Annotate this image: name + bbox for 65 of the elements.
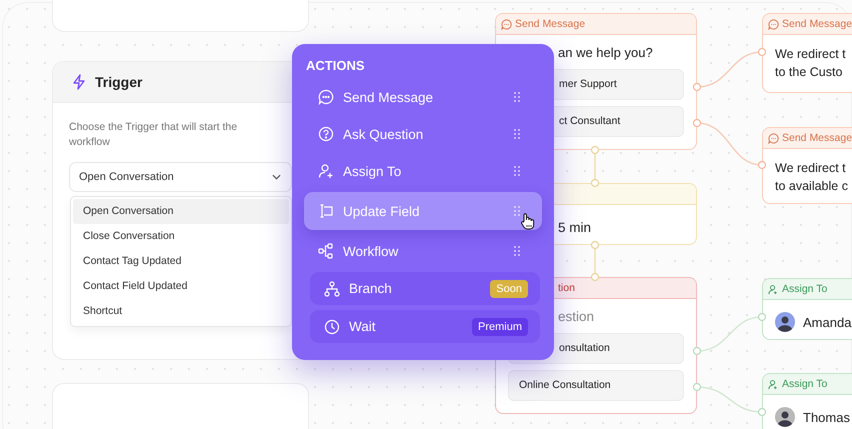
- hand-cursor-icon: [520, 212, 536, 230]
- question-text: an we help you?: [558, 45, 653, 60]
- drag-handle-icon[interactable]: [514, 92, 520, 102]
- connector-port[interactable]: [692, 346, 702, 356]
- trigger-select[interactable]: Open Conversation: [69, 162, 292, 192]
- lightning-icon: [71, 74, 87, 90]
- connector-port[interactable]: [692, 382, 702, 392]
- action-icon: [318, 203, 334, 219]
- node-text: We redirect t: [775, 160, 846, 177]
- action-item[interactable]: Branch Soon: [310, 272, 540, 305]
- node-text: to the Custo: [775, 64, 842, 81]
- action-icon: [324, 318, 340, 334]
- action-item[interactable]: Assign To: [304, 155, 542, 187]
- assignee-name: Thomas: [803, 410, 850, 424]
- connector-port[interactable]: [590, 146, 600, 154]
- node-title: Assign To: [782, 378, 828, 390]
- connector-port[interactable]: [758, 408, 766, 416]
- status-badge: Soon: [490, 280, 528, 298]
- dropdown-option[interactable]: Contact Tag Updated: [73, 249, 289, 274]
- chat-bubble-icon: [768, 18, 779, 30]
- panel-title: ACTIONS: [306, 58, 366, 73]
- connector-port[interactable]: [758, 160, 766, 170]
- card-title: Trigger: [95, 74, 142, 90]
- action-item[interactable]: Wait Premium: [310, 310, 540, 343]
- node-text: 5 min: [558, 219, 592, 237]
- drag-handle-icon[interactable]: [514, 206, 520, 216]
- dropdown-option[interactable]: Close Conversation: [73, 224, 289, 249]
- question-text: estion: [558, 309, 594, 324]
- action-icon: [318, 89, 334, 105]
- avatar: [775, 407, 795, 427]
- node-title: Send Message: [515, 18, 586, 30]
- action-icon: [318, 243, 334, 259]
- drag-handle-icon[interactable]: [514, 166, 520, 176]
- answer-option: Online Consultation: [508, 370, 684, 401]
- action-icon: [318, 163, 334, 179]
- connector-port[interactable]: [590, 272, 600, 282]
- connector-port[interactable]: [590, 178, 600, 188]
- status-badge: Premium: [472, 318, 528, 336]
- chevron-down-icon: [272, 174, 281, 180]
- assignee-name: Amanda: [803, 314, 852, 330]
- drag-handle-icon[interactable]: [514, 129, 520, 139]
- user-plus-icon: [768, 284, 779, 294]
- node-title: Send Message: [782, 18, 852, 30]
- connector-port[interactable]: [692, 118, 702, 128]
- connector-port[interactable]: [692, 82, 702, 92]
- dropdown-option[interactable]: Contact Field Updated: [73, 274, 289, 299]
- description: Choose the Trigger that will start the workflow: [69, 120, 238, 150]
- dropdown-option[interactable]: Shortcut: [73, 299, 289, 324]
- node-title: Assign To: [782, 283, 828, 295]
- action-icon: [318, 126, 334, 142]
- connector-port[interactable]: [590, 240, 600, 250]
- connector-port[interactable]: [758, 48, 766, 56]
- drag-handle-icon[interactable]: [514, 246, 520, 256]
- node-text: We redirect t: [775, 46, 846, 63]
- action-icon: [324, 280, 340, 296]
- node-title: Send Message: [782, 132, 852, 144]
- dropdown-option[interactable]: Open Conversation: [73, 199, 289, 224]
- node-title: tion: [558, 282, 575, 294]
- user-plus-icon: [768, 378, 779, 390]
- chat-bubble-icon: [501, 18, 512, 30]
- action-item[interactable]: Workflow: [304, 235, 542, 267]
- avatar: [775, 312, 795, 332]
- node-text: to available c: [775, 178, 848, 195]
- chat-bubble-icon: [768, 132, 779, 144]
- connector-port[interactable]: [758, 312, 766, 322]
